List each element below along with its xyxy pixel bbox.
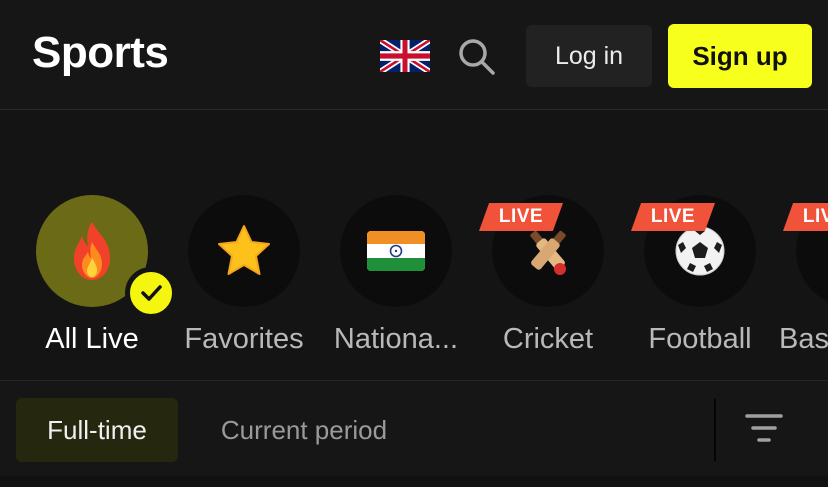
filter-icon[interactable] <box>744 409 784 449</box>
sport-label: All Live <box>45 323 139 355</box>
divider <box>714 399 716 461</box>
header: Sports Log in Sign up <box>0 0 828 110</box>
sport-item-basketball[interactable]: LIVE Bas <box>777 195 828 375</box>
login-button[interactable]: Log in <box>526 25 652 87</box>
cricket-icon <box>530 230 566 275</box>
signup-button[interactable]: Sign up <box>668 24 812 88</box>
sport-label: Cricket <box>502 323 594 355</box>
tab-full-time[interactable]: Full-time <box>16 398 178 462</box>
sport-label: Bas <box>779 323 828 355</box>
uk-flag-icon[interactable] <box>380 40 430 72</box>
sport-label: Nationa... <box>333 323 459 355</box>
star-icon <box>218 225 270 275</box>
sport-item-football[interactable]: LIVE Football <box>625 195 775 375</box>
live-badge: LIVE <box>479 203 563 231</box>
sport-label: Favorites <box>184 323 304 355</box>
page-title: Sports <box>32 28 169 77</box>
fire-icon <box>74 222 110 280</box>
tab-current-period[interactable]: Current period <box>196 398 412 462</box>
period-tabs-bar: Full-time Current period <box>0 380 828 476</box>
india-flag-icon <box>367 231 425 271</box>
sport-circle <box>188 195 300 307</box>
live-badge: LIVE <box>631 203 715 231</box>
sport-item-all-live[interactable]: All Live <box>17 195 177 375</box>
sport-item-favorites[interactable]: Favorites <box>169 195 319 375</box>
football-icon <box>675 226 725 276</box>
sport-item-cricket[interactable]: LIVE Cricket <box>473 195 623 375</box>
sport-item-national[interactable]: Nationa... <box>321 195 471 375</box>
sports-carousel[interactable]: All Live Favorites Nationa... LIVE Crick… <box>0 111 828 379</box>
content-area-edge <box>0 476 828 487</box>
sport-circle <box>340 195 452 307</box>
sport-label: Football <box>648 323 752 355</box>
live-badge: LIVE <box>783 203 828 231</box>
search-icon[interactable] <box>456 36 496 76</box>
